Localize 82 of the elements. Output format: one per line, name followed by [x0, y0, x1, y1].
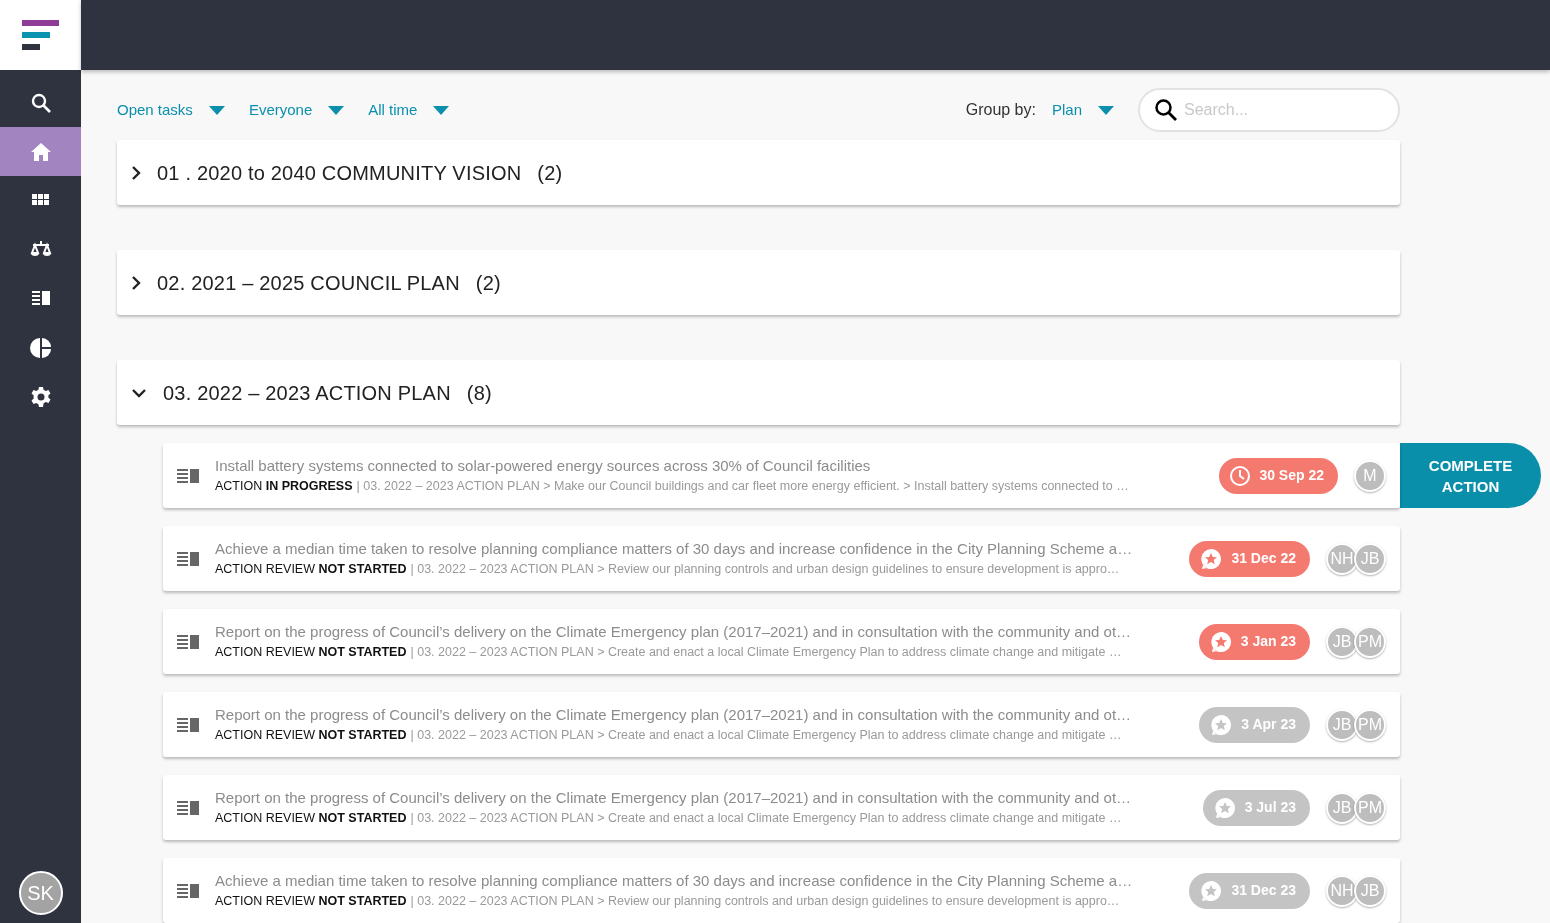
assignee-avatar: JB	[1326, 708, 1358, 741]
assignee-avatar: M	[1354, 459, 1386, 492]
due-date-badge: 3 Jan 23	[1198, 623, 1310, 660]
assignee-avatar: NH	[1326, 874, 1358, 907]
assignee-avatar: PM	[1354, 791, 1386, 824]
plan-group-header[interactable]: 03. 2022 – 2023 ACTION PLAN (8)	[117, 360, 1400, 425]
logo-icon	[21, 20, 60, 50]
assignee-avatar: PM	[1354, 625, 1386, 658]
pie-chart-icon	[29, 336, 52, 359]
assignee-avatar: NH	[1326, 542, 1358, 575]
task-count: (2)	[537, 160, 563, 186]
task-count: (2)	[475, 270, 501, 296]
chevron-right-icon	[131, 164, 141, 181]
document-list-icon	[177, 550, 199, 567]
task-card[interactable]	[163, 775, 1400, 840]
task-title: Achieve a median time taken to resolve planning compliance matters of 30 days and increase confidence in the City Planning Scheme a…	[215, 870, 1134, 891]
plan-group-title: 01 . 2020 to 2040 COMMUNITY VISION	[157, 160, 522, 186]
star-badge-icon	[1199, 546, 1224, 571]
task-breadcrumb: | 03. 2022 – 2023 ACTION PLAN > Create and enact a local Climate Emergency Plan to address climate change and mitigate …	[410, 727, 1122, 745]
star-badge-icon	[1199, 878, 1224, 903]
group-by-label: Group by:	[965, 100, 1036, 120]
task-breadcrumb: | 03. 2022 – 2023 ACTION PLAN > Make our Council buildings and car fleet more energy efficient. > Install battery systems connected to …	[356, 478, 1129, 496]
due-date-badge: 3 Apr 23	[1199, 706, 1310, 743]
home-icon	[29, 140, 52, 163]
caret-icon	[328, 105, 345, 115]
task-breadcrumb: | 03. 2022 – 2023 ACTION PLAN > Create and enact a local Climate Emergency Plan to address climate change and mitigate …	[410, 810, 1122, 828]
user-avatar[interactable]: SK	[18, 871, 63, 915]
group-by-dropdown[interactable]: Plan	[1051, 98, 1114, 122]
chevron-right-icon	[131, 274, 141, 291]
plan-group-title: 02. 2021 – 2025 COUNCIL PLAN	[157, 270, 460, 296]
task-status: ACTION REVIEW NOT STARTED	[215, 561, 407, 579]
star-badge-icon	[1208, 629, 1233, 654]
clock-icon	[1229, 464, 1252, 487]
assignee-avatar: JB	[1354, 874, 1386, 907]
document-list-icon	[177, 633, 199, 650]
task-title: Report on the progress of Council’s delivery on the Climate Emergency plan (2017–2021) and in consultation with the community and ot…	[215, 621, 1133, 642]
task-title: Achieve a median time taken to resolve planning compliance matters of 30 days and increase confidence in the City Planning Scheme a…	[215, 538, 1134, 559]
task-breadcrumb: | 03. 2022 – 2023 ACTION PLAN > Review our planning controls and urban design guidelines to ensure development is appro…	[410, 893, 1120, 911]
plan-group-header[interactable]: 01 . 2020 to 2040 COMMUNITY VISION (2)	[117, 140, 1400, 205]
task-status: ACTION REVIEW NOT STARTED	[215, 727, 407, 745]
settings-icon	[29, 385, 52, 408]
task-status: ACTION REVIEW NOT STARTED	[215, 810, 407, 828]
task-card[interactable]	[163, 692, 1400, 757]
document-list-icon	[177, 716, 199, 733]
task-status: ACTION REVIEW NOT STARTED	[215, 893, 407, 911]
star-badge-icon	[1212, 795, 1237, 820]
document-list-icon	[177, 799, 199, 816]
assignee-avatar: JB	[1354, 542, 1386, 575]
task-count: (8)	[466, 380, 492, 406]
filter-dropdown[interactable]: Open tasks	[117, 98, 225, 122]
complete-action-button[interactable]: COMPLETE ACTION	[1400, 443, 1541, 508]
task-status: ACTION REVIEW NOT STARTED	[215, 644, 407, 662]
filter-dropdown[interactable]: All time	[368, 98, 450, 122]
caret-icon	[1098, 105, 1114, 115]
assignee-avatar: JB	[1326, 791, 1358, 824]
task-status: ACTION IN PROGRESS	[215, 478, 353, 496]
due-date-badge: 31 Dec 23	[1189, 872, 1310, 909]
chevron-down-icon	[131, 387, 147, 398]
search-icon	[29, 91, 52, 114]
caret-icon	[433, 105, 450, 115]
assignee-avatar: PM	[1354, 708, 1386, 741]
task-breadcrumb: | 03. 2022 – 2023 ACTION PLAN > Review our planning controls and urban design guidelines to ensure development is appro…	[410, 561, 1120, 579]
task-title: Install battery systems connected to solar-powered energy sources across 30% of Council facilities	[215, 455, 872, 476]
plan-group-title: 03. 2022 – 2023 ACTION PLAN	[163, 380, 451, 406]
filter-dropdown[interactable]: Everyone	[248, 98, 345, 122]
search-icon	[1154, 98, 1178, 122]
task-title: Report on the progress of Council’s delivery on the Climate Emergency plan (2017–2021) and in consultation with the community and ot…	[215, 787, 1133, 808]
task-card[interactable]	[163, 858, 1400, 923]
plan-group-header[interactable]: 02. 2021 – 2025 COUNCIL PLAN (2)	[117, 250, 1400, 315]
assignee-avatar: JB	[1326, 625, 1358, 658]
task-card[interactable]	[163, 443, 1400, 508]
caret-icon	[208, 105, 225, 115]
task-card[interactable]	[163, 526, 1400, 591]
task-title: Report on the progress of Council’s delivery on the Climate Emergency plan (2017–2021) and in consultation with the community and ot…	[215, 704, 1133, 725]
task-breadcrumb: | 03. 2022 – 2023 ACTION PLAN > Create and enact a local Climate Emergency Plan to address climate change and mitigate …	[410, 644, 1122, 662]
document-list-icon	[177, 882, 199, 899]
due-date-badge: 30 Sep 22	[1219, 457, 1338, 494]
task-card[interactable]	[163, 609, 1400, 674]
due-date-badge: 3 Jul 23	[1202, 789, 1310, 826]
due-date-badge: 31 Dec 22	[1189, 540, 1310, 577]
document-list-icon	[177, 467, 199, 484]
star-badge-icon	[1209, 712, 1234, 737]
